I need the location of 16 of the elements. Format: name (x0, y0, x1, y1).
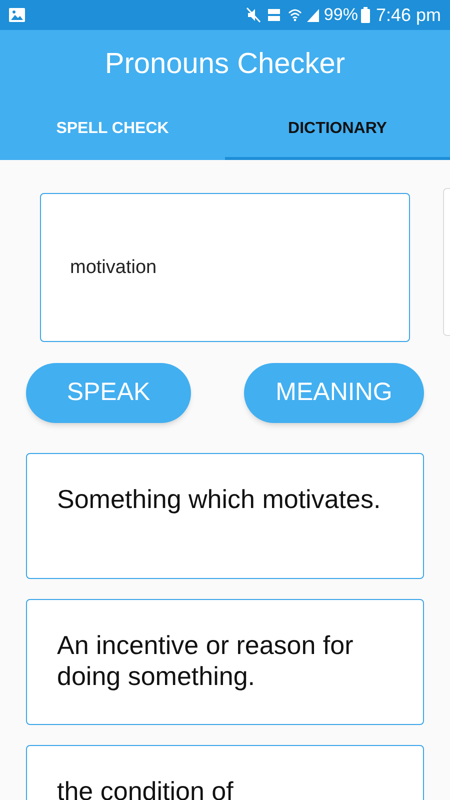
image-icon (9, 8, 25, 22)
meaning-text: An incentive or reason for doing something. (57, 630, 354, 692)
word-field[interactable]: motivation (40, 193, 410, 342)
battery-icon (360, 7, 370, 23)
mute-icon (246, 7, 262, 23)
meaning-text: Something which motivates. (57, 484, 382, 515)
tab[interactable]: DICTIONARY (225, 100, 450, 160)
wifi-icon (288, 8, 302, 22)
speak-button[interactable]: SPEAK (26, 363, 191, 423)
battery-percent: 99% (324, 4, 358, 26)
signal-icon (306, 8, 320, 22)
tab[interactable]: SPELL CHECK (0, 100, 225, 160)
meaning-button[interactable]: MEANING (244, 363, 424, 423)
meaning-text: the condition of (57, 776, 234, 800)
app-title: Pronouns Checker (104, 47, 346, 82)
clock: 7:46 pm (376, 4, 441, 27)
